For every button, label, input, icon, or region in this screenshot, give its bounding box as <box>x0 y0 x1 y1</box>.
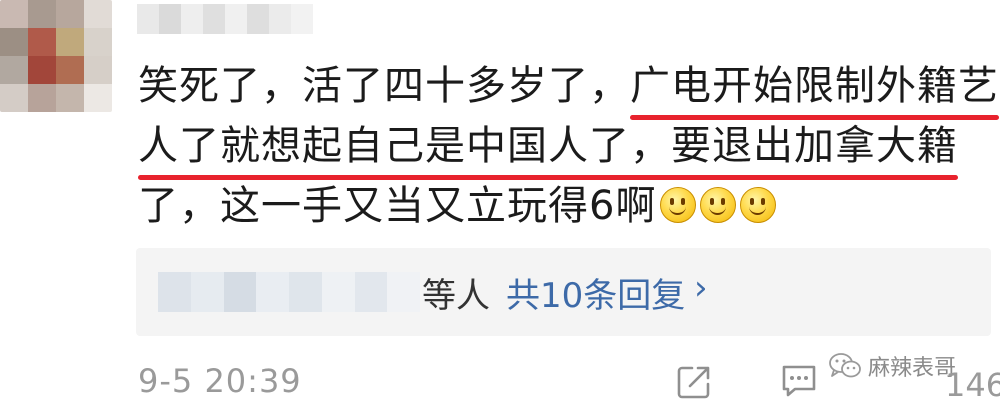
highlighted-text: 人了就想起自己是中国人了，要退出加拿大籍 <box>138 116 958 180</box>
comment-card: 笑死了，活了四十多岁了，广电开始限制外籍艺 人了就想起自己是中国人了，要退出加拿… <box>0 0 1000 410</box>
comment-text-plain: 了，这一手又当又立玩得6啊 <box>138 183 657 229</box>
smile-emoji-icon <box>700 187 737 223</box>
comment-icon[interactable] <box>780 362 818 400</box>
smile-emoji-icon <box>740 187 777 223</box>
chevron-right-icon[interactable]: › <box>694 268 708 308</box>
highlighted-text: 广电开始限制外籍艺 <box>630 56 999 120</box>
comment-body: 笑死了，活了四十多岁了，广电开始限制外籍艺 人了就想起自己是中国人了，要退出加拿… <box>138 56 999 236</box>
comment-line-1: 笑死了，活了四十多岁了，广电开始限制外籍艺 <box>138 56 999 120</box>
reply-usernames-blurred <box>158 272 420 312</box>
like-count[interactable]: 146 <box>945 366 1000 404</box>
emoji-group <box>660 187 777 223</box>
replies-preview[interactable]: 等人 共10条回复 › <box>136 248 991 336</box>
reply-count-link[interactable]: 共10条回复 <box>506 268 685 317</box>
comment-line-3: 了，这一手又当又立玩得6啊 <box>138 176 968 236</box>
comment-line-2: 人了就想起自己是中国人了，要退出加拿大籍 <box>138 116 968 180</box>
username-blurred[interactable] <box>137 4 313 34</box>
share-icon[interactable] <box>676 364 712 400</box>
timestamp: 9-5 20:39 <box>138 362 302 400</box>
avatar[interactable] <box>0 0 112 112</box>
watermark-text: 麻辣表哥 <box>868 356 957 381</box>
comment-text-plain: 笑死了，活了四十多岁了， <box>138 63 630 109</box>
smile-emoji-icon <box>660 187 697 223</box>
wechat-icon <box>829 353 861 378</box>
reply-suffix: 等人 <box>422 276 490 316</box>
watermark: 麻辣表哥 <box>828 350 956 382</box>
